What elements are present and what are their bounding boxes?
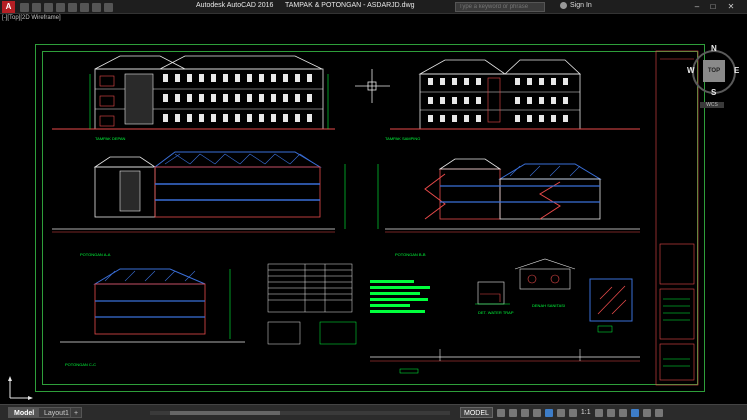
customization-icon[interactable] [654,408,663,417]
search-box[interactable] [455,2,545,12]
canopy-detail [514,258,576,290]
ortho-icon[interactable] [520,408,529,417]
label-back: TAMPAK SAMPING [385,136,420,141]
sign-in-button[interactable]: Sign In [560,2,592,9]
viewcube-top-face[interactable]: TOP [703,60,725,82]
compass-east[interactable]: E [734,66,739,75]
water-trap-detail [475,281,510,305]
label-section-aa: POTONGAN A-A [80,252,111,257]
sign-in-label: Sign In [570,2,592,9]
section-b-b [377,158,640,233]
schedule-table [267,263,357,345]
isolate-icon[interactable] [618,408,627,417]
cad-drawing[interactable]: TAMPAK DEPAN TAMPAK SAMPING POTONGAN A-A… [0,14,747,404]
label-section-cc: POTONGAN C-C [65,362,96,367]
model-space-button[interactable]: MODEL [460,407,493,418]
snap-icon[interactable] [508,408,517,417]
search-input[interactable] [456,3,544,11]
crosshair-cursor [355,69,390,103]
open-file-icon[interactable] [32,2,41,12]
new-file-icon[interactable] [20,2,29,12]
user-icon [560,2,567,9]
app-name: Autodesk AutoCAD 2016 [196,2,274,9]
label-water-trap: DET. WATER TRAP [478,310,514,315]
save-icon[interactable] [44,2,53,12]
undo-icon[interactable] [80,2,89,12]
long-section [370,349,640,374]
maximize-icon[interactable]: □ [706,1,720,13]
notes-block [370,280,430,313]
quick-access-toolbar [20,2,116,12]
add-layout-button[interactable]: + [70,407,83,418]
gear-icon[interactable] [594,408,603,417]
annotation-scale[interactable]: 1:1 [581,409,591,416]
plan-detail [589,278,633,333]
file-name: TAMPAK & POTONGAN - ASDARJD.dwg [285,2,415,9]
ucs-icon [8,376,33,400]
section-a-a [52,151,346,233]
annotation-visibility-icon[interactable] [568,408,577,417]
drawing-canvas[interactable]: [-][Top][2D Wireframe] TAMPAK DEPAN TAMP… [0,14,747,404]
redo-icon[interactable] [92,2,101,12]
tab-scrollbar[interactable] [150,409,450,417]
label-section-bb: POTONGAN B-B [395,252,426,257]
compass-north[interactable]: N [711,44,717,53]
compass-south[interactable]: S [711,88,716,97]
front-elevation [52,55,335,130]
grid-icon[interactable] [496,408,505,417]
tab-model[interactable]: Model [8,407,41,418]
clean-screen-icon[interactable] [642,408,651,417]
wcs-menu[interactable]: WCS [700,102,724,108]
plus-icon[interactable] [606,408,615,417]
title-block [655,50,699,386]
save-as-icon[interactable] [56,2,65,12]
section-c-c [60,268,245,343]
autocad-logo-icon[interactable]: A [2,1,15,13]
label-front: TAMPAK DEPAN [95,136,126,141]
minimize-icon[interactable]: – [690,1,704,13]
print-icon[interactable] [68,2,77,12]
close-icon[interactable]: ✕ [724,1,738,13]
workspace-icon[interactable] [104,2,113,12]
compass-west[interactable]: W [687,66,695,75]
window-title: Autodesk AutoCAD 2016 TAMPAK & POTONGAN … [196,2,415,9]
title-bar: A Autodesk AutoCAD 2016 TAMPAK & POTONGA… [0,0,747,14]
hardware-acceleration-icon[interactable] [630,408,639,417]
viewcube[interactable]: TOP N S E W [687,44,740,98]
osnap-icon[interactable] [544,408,553,417]
polar-icon[interactable] [532,408,541,417]
layout-tab-bar: Model Layout1 + MODEL 1:1 [0,404,747,420]
status-bar: MODEL 1:1 [460,407,663,418]
rear-elevation [390,59,640,130]
label-canopy: DENAH SANITASI [532,303,565,308]
otrack-icon[interactable] [556,408,565,417]
